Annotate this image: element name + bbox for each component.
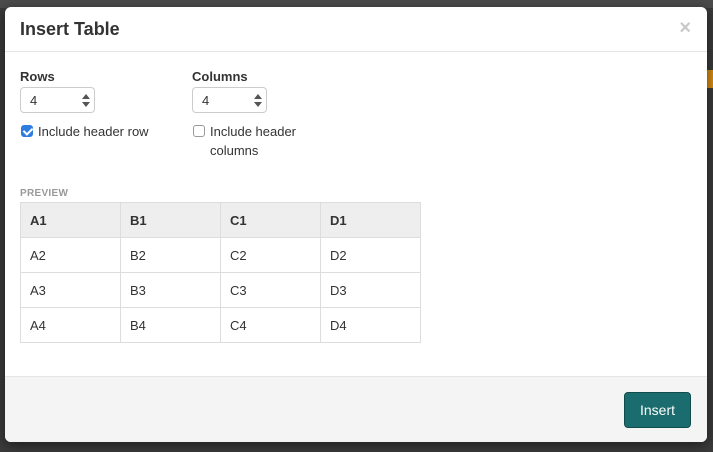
preview-cell: A3 (20, 272, 121, 308)
dialog-title: Insert Table (20, 19, 120, 39)
include-header-row-checkbox[interactable] (21, 125, 33, 137)
preview-cell: C2 (220, 237, 321, 273)
preview-cell: C4 (220, 307, 321, 343)
preview-table: A1 B1 C1 D1 A2 B2 C2 D2 A3 B3 C3 D3 A4 B… (20, 202, 421, 343)
preview-cell: A2 (20, 237, 121, 273)
table-row: A3 B3 C3 D3 (20, 272, 421, 308)
preview-cell: B4 (120, 307, 221, 343)
insert-table-dialog: Insert Table × Rows 4 Columns 4 Include … (5, 7, 707, 442)
close-icon[interactable]: × (679, 18, 691, 38)
preview-header-cell: C1 (220, 202, 321, 238)
preview-header-cell: B1 (120, 202, 221, 238)
preview-header-cell: D1 (320, 202, 421, 238)
preview-cell: C3 (220, 272, 321, 308)
columns-stepper[interactable]: 4 (192, 87, 267, 113)
columns-label: Columns (192, 69, 248, 84)
table-row: A4 B4 C4 D4 (20, 307, 421, 343)
spinner-arrows-icon[interactable] (254, 92, 262, 108)
include-header-columns-label-line1: Include header (210, 124, 297, 139)
rows-stepper[interactable]: 4 (20, 87, 95, 113)
rows-label: Rows (20, 69, 55, 84)
spinner-arrows-icon[interactable] (82, 92, 90, 108)
include-header-columns-label[interactable]: Include header columns (210, 122, 296, 160)
preview-cell: D4 (320, 307, 421, 343)
preview-label: PREVIEW (20, 188, 69, 199)
include-header-row-label[interactable]: Include header row (38, 122, 149, 141)
preview-cell: B2 (120, 237, 221, 273)
columns-value: 4 (202, 93, 210, 108)
include-header-columns-checkbox[interactable] (193, 125, 205, 137)
preview-header-cell: A1 (20, 202, 121, 238)
preview-cell: A4 (20, 307, 121, 343)
preview-cell: D2 (320, 237, 421, 273)
rows-value: 4 (30, 93, 38, 108)
dialog-header: Insert Table × (5, 7, 707, 52)
preview-header-row: A1 B1 C1 D1 (20, 202, 421, 238)
insert-button[interactable]: Insert (624, 392, 691, 428)
preview-cell: D3 (320, 272, 421, 308)
table-row: A2 B2 C2 D2 (20, 237, 421, 273)
include-header-columns-label-line2: columns (210, 143, 259, 158)
dialog-footer: Insert (5, 376, 707, 442)
preview-cell: B3 (120, 272, 221, 308)
